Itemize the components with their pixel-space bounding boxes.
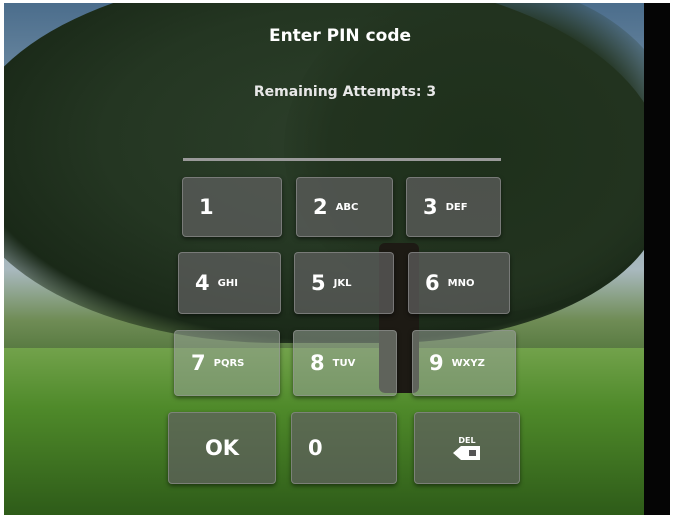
key-digit: 7 [191, 351, 206, 375]
key-8[interactable]: 8 TUV [293, 330, 397, 396]
key-letters: MNO [447, 277, 475, 289]
backspace-icon [453, 445, 480, 460]
key-digit: 5 [311, 271, 326, 295]
key-2[interactable]: 2 ABC [296, 177, 393, 237]
key-4[interactable]: 4 GHI [178, 252, 281, 314]
key-digit: 2 [313, 195, 328, 219]
remaining-attempts: Remaining Attempts: 3 [253, 84, 437, 100]
key-letters: PQRS [213, 357, 245, 369]
key-digit: 9 [429, 351, 444, 375]
key-digit: 4 [195, 271, 210, 295]
key-0[interactable]: 0 [291, 412, 397, 484]
delete-icon: DEL [452, 436, 482, 461]
key-letters: ABC [335, 201, 359, 213]
delete-label: DEL [458, 435, 476, 445]
pin-entry-field[interactable] [183, 158, 501, 161]
screen-bezel [644, 3, 670, 515]
key-9[interactable]: 9 WXYZ [412, 330, 516, 396]
key-7[interactable]: 7 PQRS [174, 330, 280, 396]
key-3[interactable]: 3 DEF [406, 177, 501, 237]
key-digit: 0 [308, 436, 323, 460]
key-digit: 1 [199, 195, 214, 219]
key-digit: 6 [425, 271, 440, 295]
key-5[interactable]: 5 JKL [294, 252, 394, 314]
ok-button[interactable]: OK [168, 412, 276, 484]
key-6[interactable]: 6 MNO [408, 252, 510, 314]
key-1[interactable]: 1 [182, 177, 282, 237]
ok-label: OK [204, 436, 240, 460]
key-letters: JKL [333, 277, 352, 289]
key-letters: DEF [445, 201, 468, 213]
key-digit: 3 [423, 195, 438, 219]
pin-prompt-title: Enter PIN code [268, 26, 412, 46]
delete-button[interactable]: DEL [414, 412, 520, 484]
key-digit: 8 [310, 351, 325, 375]
key-letters: TUV [332, 357, 356, 369]
key-letters: WXYZ [451, 357, 485, 369]
key-letters: GHI [217, 277, 238, 289]
